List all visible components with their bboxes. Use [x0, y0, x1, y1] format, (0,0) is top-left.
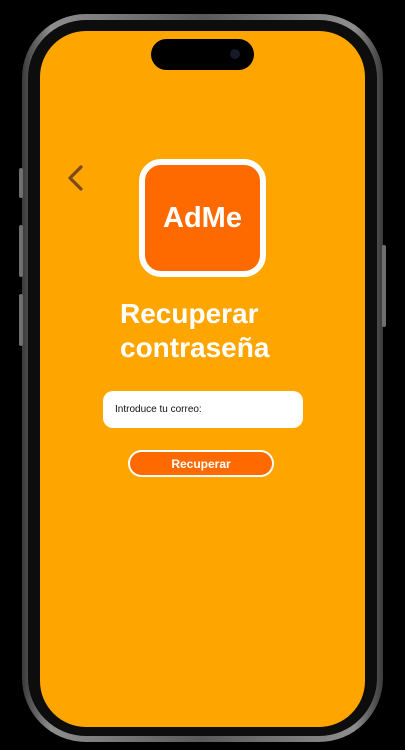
page-title: Recuperar contraseña [120, 297, 360, 365]
phone-side-button [19, 168, 23, 198]
phone-side-button [382, 245, 386, 327]
email-field[interactable] [103, 391, 303, 428]
page-title-line-2: contraseña [120, 332, 270, 363]
app-logo: AdMe [139, 159, 266, 277]
dynamic-island [151, 39, 254, 70]
chevron-left-icon [68, 165, 83, 191]
back-button[interactable] [64, 161, 90, 195]
phone-side-button [19, 294, 23, 346]
logo-text: AdMe [163, 201, 242, 234]
app-screen: AdMe Recuperar contraseña Recuperar [40, 31, 365, 727]
camera-icon [230, 49, 240, 59]
recover-button[interactable]: Recuperar [128, 450, 274, 477]
page-title-line-1: Recuperar [120, 298, 259, 329]
phone-side-button [19, 225, 23, 277]
